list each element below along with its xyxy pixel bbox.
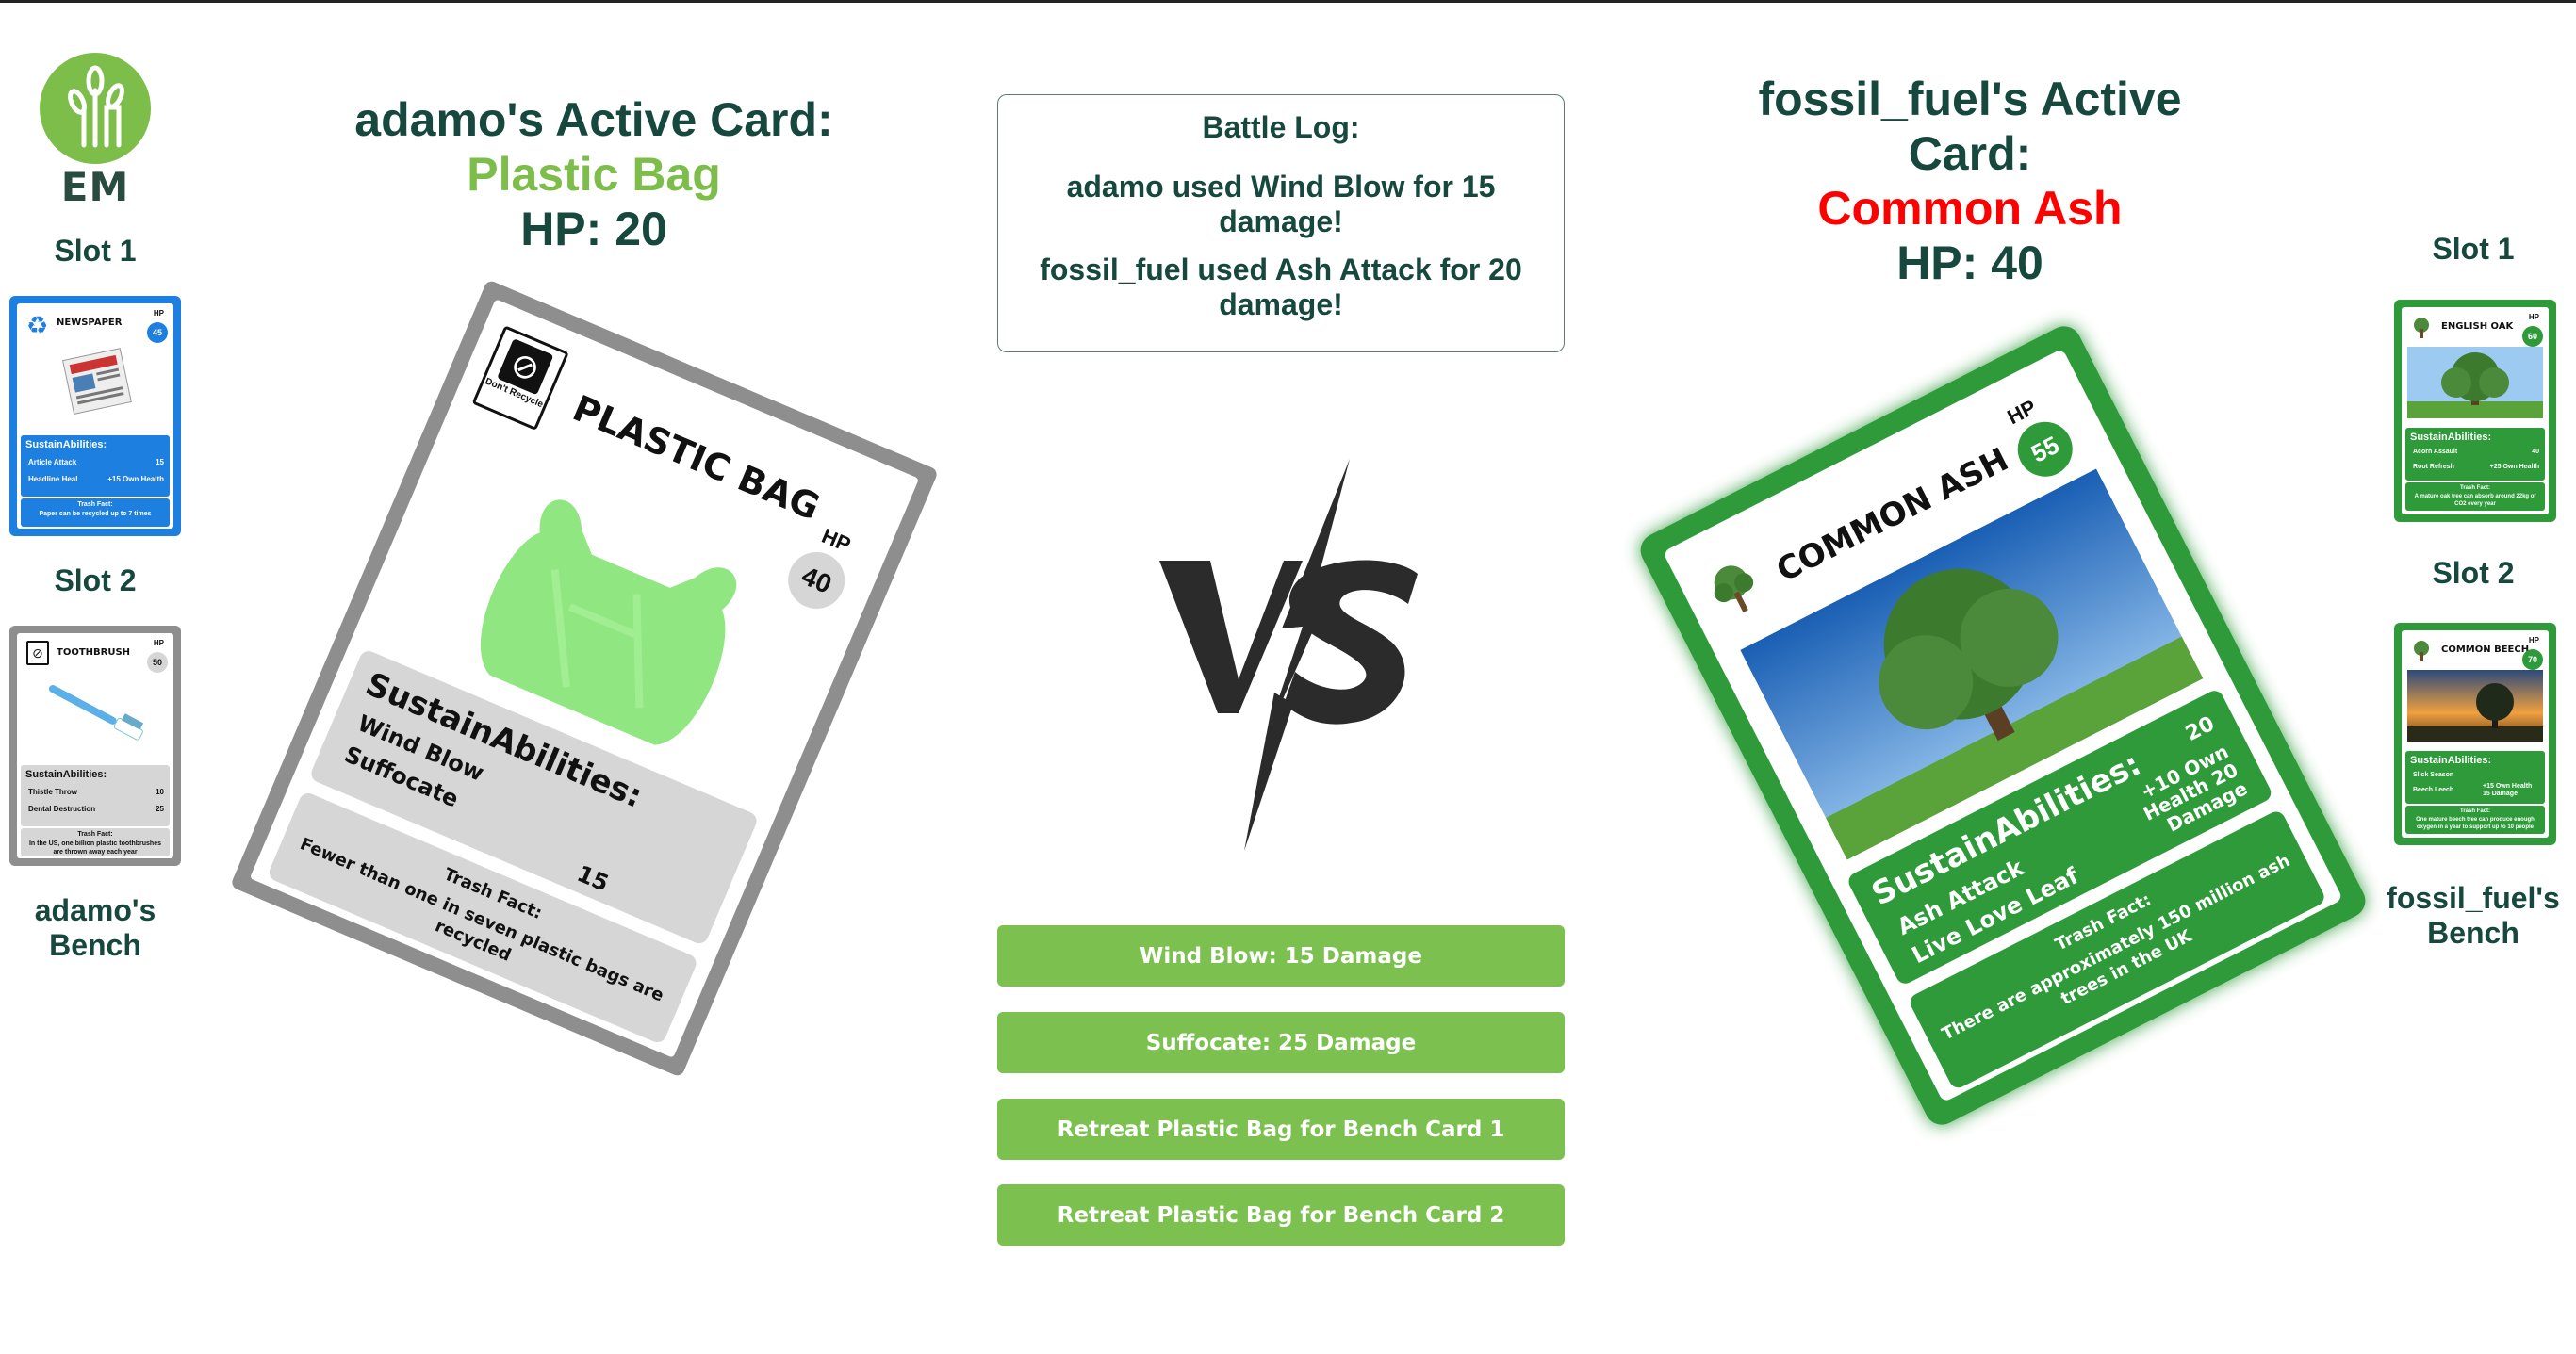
bench-hp-label: HP [2528, 636, 2539, 644]
bench-hp-label: HP [153, 309, 164, 318]
bench-trash-fact: Trash Fact: Paper can be recycled up to … [21, 498, 170, 527]
fact-text: A mature oak tree can absorb around 22kg… [2414, 494, 2536, 507]
player-active-title: adamo's Active Card: [354, 93, 833, 146]
dont-recycle-badge: ⊘ Don't Recycle [471, 325, 569, 432]
fact-text: One mature beech tree can produce enough… [2416, 817, 2535, 830]
battle-log-entry: adamo used Wind Blow for 15 damage! [1066, 170, 1496, 238]
abilities-title: SustainAbilities: [25, 439, 107, 450]
ability-value: +25 Own Health [2489, 464, 2539, 470]
player-active-card[interactable]: ⊘ Don't Recycle PLASTIC BAG HP 40 Sustai… [229, 279, 940, 1078]
toothbrush-image [36, 675, 155, 748]
ability-name: Headline Heal [28, 475, 78, 483]
ability-name: Slick Season [2413, 772, 2454, 778]
ability-value: 15 [573, 859, 613, 897]
bench-abilities: SustainAbilities: Article Attack 15 Head… [21, 435, 170, 497]
action-button-wind-blow[interactable]: Wind Blow: 15 Damage [997, 925, 1565, 987]
dont-recycle-icon: ⊘ [26, 641, 49, 665]
player-active-header: adamo's Active Card: Plastic Bag HP: 20 [311, 92, 877, 256]
retreat-bench2-button[interactable]: Retreat Plastic Bag for Bench Card 2 [997, 1184, 1565, 1246]
top-border [0, 0, 2576, 3]
ability-value: 25 [156, 805, 164, 813]
common-beech-image [2407, 670, 2543, 742]
sprout-icon [68, 65, 124, 148]
bench-hp-badge: 45 [147, 322, 168, 343]
battle-log: Battle Log: adamo used Wind Blow for 15 … [997, 94, 1565, 352]
opponent-active-card[interactable]: COMMON ASH HP 55 SustainAbilities: Ash A… [1634, 320, 2371, 1131]
player-bench-card-2[interactable]: ⊘ TOOTHBRUSH HP 50 SustainAbilities: Thi… [9, 626, 181, 866]
logo-text: EM [60, 164, 130, 210]
bench-card-name: NEWSPAPER [57, 318, 123, 328]
bench-abilities: SustainAbilities: Slick Season Beech Lee… [2405, 751, 2545, 804]
english-oak-image [2407, 347, 2543, 418]
bench-hp-badge: 60 [2522, 326, 2543, 347]
opponent-active-card-name: Common Ash [1817, 182, 2123, 235]
fact-text: In the US, one billion plastic toothbrus… [28, 840, 161, 856]
abilities-title: SustainAbilities: [2410, 432, 2492, 443]
logo-circle [40, 53, 151, 164]
ability-name: Acorn Assault [2413, 449, 2458, 455]
bench-trash-fact: Trash Fact: One mature beech tree can pr… [2405, 806, 2545, 834]
bench-trash-fact: Trash Fact: In the US, one billion plast… [21, 828, 170, 856]
ability-value: 40 [2532, 449, 2539, 455]
em-logo[interactable]: EM [38, 53, 153, 213]
ability-value: +15 Own Health [107, 475, 164, 483]
bench-trash-fact: Trash Fact: A mature oak tree can absorb… [2405, 482, 2545, 511]
bench-card-name: TOOTHBRUSH [57, 647, 131, 658]
retreat-bench1-button[interactable]: Retreat Plastic Bag for Bench Card 1 [997, 1099, 1565, 1160]
fact-title: Trash Fact: [2459, 808, 2490, 814]
tree-icon [2411, 317, 2432, 344]
fact-title: Trash Fact: [77, 501, 113, 508]
opponent-slot2-label: Slot 2 [2432, 556, 2515, 590]
opponent-slot1-label: Slot 1 [2432, 232, 2515, 266]
ability-name: Root Refresh [2413, 464, 2454, 470]
ability-name: Beech Leech [2413, 787, 2454, 793]
player-bench-card-1[interactable]: ♻ NEWSPAPER HP 45 SustainAbilities: Arti… [9, 296, 181, 536]
ability-value: 20 [2181, 711, 2219, 747]
player-active-hp: HP: 20 [520, 203, 667, 255]
opponent-active-title: fossil_fuel's Active [1758, 73, 2182, 125]
player-active-card-name: Plastic Bag [467, 148, 721, 201]
tree-icon [1698, 552, 1773, 630]
tree-icon [2411, 640, 2432, 667]
ability-name: Dental Destruction [28, 805, 96, 813]
bench-hp-badge: 50 [147, 652, 168, 673]
bench-hp-badge: 70 [2522, 649, 2543, 670]
recycle-icon: ♻ [26, 311, 49, 339]
player-bench-label: adamo's Bench [34, 893, 156, 962]
newspaper-image [36, 345, 155, 418]
fact-title: Trash Fact: [2459, 485, 2490, 491]
abilities-title: SustainAbilities: [25, 769, 107, 780]
battle-log-entry: fossil_fuel used Ash Attack for 20 damag… [1040, 253, 1522, 321]
opponent-active-hp: HP: 40 [1896, 237, 2043, 289]
battle-log-title: Battle Log: [1202, 110, 1360, 144]
ability-value: 15 [156, 458, 164, 466]
opponent-bench-card-1[interactable]: ENGLISH OAK HP 60 SustainAbilities: Acor… [2394, 300, 2556, 522]
opponent-active-title-2: Card: [1908, 127, 2032, 180]
ability-value: 10 [156, 788, 164, 796]
action-button-suffocate[interactable]: Suffocate: 25 Damage [997, 1012, 1565, 1073]
bench-hp-label: HP [153, 639, 164, 647]
fact-title: Trash Fact: [77, 831, 113, 838]
bench-abilities: SustainAbilities: Acorn Assault 40 Root … [2405, 428, 2545, 481]
opponent-bench-label: fossil_fuel's Bench [2387, 881, 2560, 950]
fact-text: Paper can be recycled up to 7 times [39, 511, 152, 517]
opponent-active-header: fossil_fuel's Active Card: Common Ash HP… [1687, 72, 2253, 290]
bench-abilities: SustainAbilities: Thistle Throw 10 Denta… [21, 765, 170, 826]
vs-graphic [1152, 457, 1425, 853]
ability-value: +15 Own Health 15 Damage [2483, 783, 2533, 797]
ability-name: Article Attack [28, 458, 77, 466]
player-slot2-label: Slot 2 [54, 563, 137, 597]
bench-card-name: COMMON BEECH [2441, 644, 2530, 655]
bench-card-name: ENGLISH OAK [2441, 321, 2514, 332]
ability-name: Thistle Throw [28, 788, 77, 796]
player-slot1-label: Slot 1 [54, 234, 137, 268]
opponent-bench-card-2[interactable]: COMMON BEECH HP 70 SustainAbilities: Sli… [2394, 623, 2556, 845]
abilities-title: SustainAbilities: [2410, 755, 2492, 766]
bench-hp-label: HP [2528, 313, 2539, 321]
